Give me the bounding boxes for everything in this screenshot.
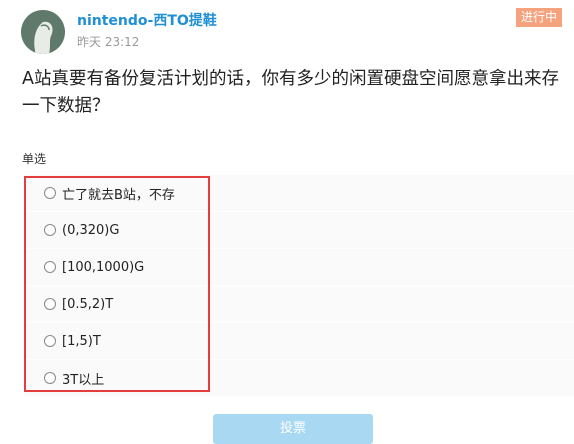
poll-option[interactable]: 3T以上 [24,360,574,397]
poll-option-label: [0.5,2)T [62,296,114,312]
poll-options: 亡了就去B站，不存 (0,320)G [100,1000)G [0.5,2)T … [24,175,574,397]
poll-option-label: 3T以上 [62,372,105,388]
poll-option-label: (0,320)G [62,222,120,238]
radio-icon[interactable] [44,224,56,236]
vote-button[interactable]: 投票 [213,414,373,444]
poll-question: A站真要有备份复活计划的话，你有多少的闲置硬盘空间愿意拿出来存一下数据？ [22,69,559,116]
avatar[interactable] [21,10,65,54]
poll-option[interactable]: [100,1000)G [24,249,574,286]
post-timestamp: 昨天 23:12 [77,35,140,49]
poll-option[interactable]: [0.5,2)T [24,286,574,323]
radio-icon[interactable] [44,335,56,347]
username-link[interactable]: nintendo-西TO提鞋 [77,10,217,30]
status-badge: 进行中 [516,8,562,27]
poll-type-label: 单选 [22,152,47,166]
poll-option-label: 亡了就去B站，不存 [62,187,175,203]
radio-icon[interactable] [44,298,56,310]
radio-icon[interactable] [44,372,56,384]
poll-option-label: [1,5)T [62,333,101,349]
poll-option-label: [100,1000)G [62,259,145,275]
poll-option[interactable]: [1,5)T [24,323,574,360]
poll-option[interactable]: 亡了就去B站，不存 [24,175,574,212]
poll-option[interactable]: (0,320)G [24,212,574,249]
user-avatar-icon [21,10,65,54]
radio-icon[interactable] [44,261,56,273]
radio-icon[interactable] [44,187,56,199]
